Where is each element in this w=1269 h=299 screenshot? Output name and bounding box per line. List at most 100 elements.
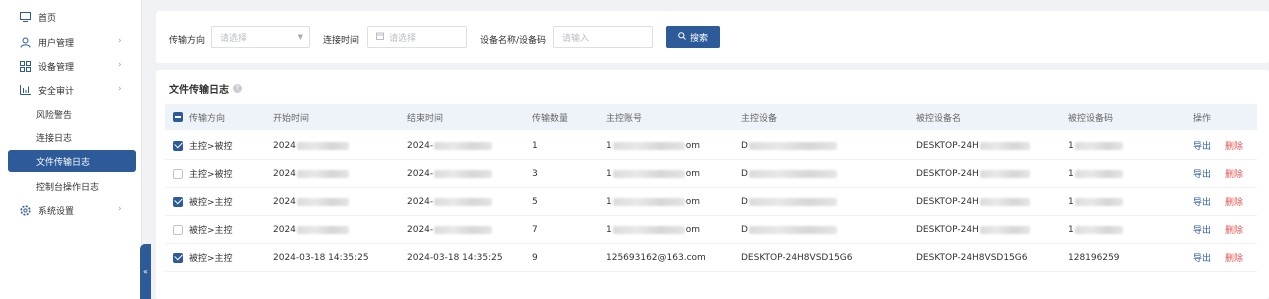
- table-row: 被控>主控 2024 2024- 5 1 om D DESKTOP-24H 1 导出 删除: [165, 188, 1257, 216]
- caret-down-icon: ▼: [297, 33, 303, 41]
- page-title: 文件传输日志 ?: [169, 81, 242, 96]
- delete-link[interactable]: 删除: [1225, 167, 1243, 180]
- cell-count: 1: [532, 140, 538, 151]
- sidebar-subitem-console-log[interactable]: 控制台操作日志: [8, 175, 136, 197]
- cell-target-name: DESKTOP-24H: [916, 196, 979, 207]
- cell-target-code: 1: [1068, 168, 1074, 179]
- redacted-block: [296, 141, 349, 150]
- sidebar-item-label: 设备管理: [38, 62, 75, 73]
- cell-end: 2024-: [407, 196, 434, 207]
- cell-count: 7: [532, 224, 538, 235]
- table-header: 传输方向 开始时间 结束时间 传输数量 主控账号 主控设备 被控设备名 被控设备…: [165, 104, 1257, 130]
- cell-account: 1: [606, 168, 612, 179]
- search-button[interactable]: 搜索: [666, 26, 720, 48]
- sidebar-item-settings[interactable]: 系统设置 ›: [8, 199, 136, 221]
- sidebar-item-security-audit[interactable]: 安全审计 ›: [8, 79, 136, 101]
- cell-account-suffix: om: [685, 140, 701, 151]
- export-link[interactable]: 导出: [1193, 139, 1211, 152]
- user-icon: [18, 35, 32, 49]
- cell-target-name: DESKTOP-24H8VSD15G6: [916, 252, 1028, 263]
- cell-account-suffix: om: [685, 224, 701, 235]
- redacted-block: [612, 225, 685, 234]
- header-end: 结束时间: [407, 113, 444, 124]
- cell-end: 2024-: [407, 168, 434, 179]
- bar-chart-icon: [18, 83, 32, 97]
- row-checkbox[interactable]: [173, 140, 183, 151]
- header-target-name: 被控设备名: [916, 113, 962, 124]
- cell-end: 2024-03-18 14:35:25: [407, 252, 503, 263]
- select-all-checkbox[interactable]: [173, 112, 183, 122]
- cell-target-code: 1: [1068, 224, 1074, 235]
- redacted-block: [296, 169, 349, 178]
- cell-device: D: [741, 224, 748, 235]
- header-start: 开始时间: [273, 113, 310, 124]
- main-panel: 文件传输日志 ? 传输方向 开始时间 结束时间 传输数量 主控账号 主控设备 被…: [156, 70, 1269, 299]
- help-icon[interactable]: ?: [233, 84, 242, 93]
- sidebar-item-devices[interactable]: 设备管理 ›: [8, 55, 136, 77]
- row-checkbox[interactable]: [173, 224, 183, 235]
- chevron-down-icon: ›: [118, 84, 122, 94]
- redacted-block: [979, 197, 1030, 206]
- cell-account: 1: [606, 140, 612, 151]
- time-label: 连接时间: [323, 36, 360, 46]
- sidebar-subitem-label: 风险警告: [36, 110, 73, 121]
- grid-icon: [18, 59, 32, 73]
- redacted-block: [979, 141, 1030, 150]
- cell-account: 1: [606, 196, 612, 207]
- cell-direction: 主控>被控: [189, 170, 233, 180]
- cell-direction: 主控>被控: [189, 142, 233, 152]
- redacted-block: [1074, 169, 1123, 178]
- row-checkbox[interactable]: [173, 196, 183, 207]
- sidebar-subitem-label: 控制台操作日志: [36, 182, 100, 193]
- redacted-block: [748, 169, 837, 178]
- sidebar-item-label: 安全审计: [38, 86, 75, 97]
- search-button-label: 搜索: [689, 33, 708, 44]
- time-picker[interactable]: 请选择: [367, 26, 467, 48]
- delete-link[interactable]: 删除: [1225, 223, 1243, 236]
- sidebar-subitem-connection-log[interactable]: 连接日志: [8, 126, 136, 148]
- redacted-block: [1074, 141, 1123, 150]
- redacted-block: [979, 169, 1030, 178]
- delete-link[interactable]: 删除: [1225, 251, 1243, 264]
- chevron-right-icon: ›: [118, 36, 122, 46]
- delete-link[interactable]: 删除: [1225, 195, 1243, 208]
- sidebar-collapse-button[interactable]: «: [140, 244, 151, 299]
- direction-label: 传输方向: [169, 36, 206, 46]
- export-link[interactable]: 导出: [1193, 223, 1211, 236]
- redacted-block: [612, 169, 685, 178]
- delete-link[interactable]: 删除: [1225, 139, 1243, 152]
- row-checkbox[interactable]: [173, 252, 183, 263]
- redacted-block: [612, 141, 685, 150]
- redacted-block: [748, 197, 837, 206]
- sidebar-subitem-label: 文件传输日志: [36, 157, 91, 168]
- export-link[interactable]: 导出: [1193, 167, 1211, 180]
- sidebar-item-users[interactable]: 用户管理 ›: [8, 31, 136, 53]
- search-panel: 传输方向 请选择 ▼ 连接时间 请选择 设备名称/设备码 请输入 搜索: [156, 11, 1269, 63]
- cell-start: 2024: [273, 140, 296, 151]
- redacted-block: [296, 197, 349, 206]
- cell-device: DESKTOP-24H8VSD15G6: [741, 252, 853, 263]
- sidebar-subitem-risk-warning[interactable]: 风险警告: [8, 103, 136, 125]
- cell-start: 2024: [273, 224, 296, 235]
- table-row: 主控>被控 2024 2024- 3 1 om D DESKTOP-24H 1 导出 删除: [165, 160, 1257, 188]
- cell-count: 3: [532, 168, 538, 179]
- sidebar-item-home[interactable]: 首页: [8, 6, 136, 28]
- time-placeholder: 请选择: [389, 33, 417, 44]
- sidebar-subitem-file-transfer-log[interactable]: 文件传输日志: [8, 150, 136, 172]
- cell-start: 2024: [273, 196, 296, 207]
- sidebar-subitem-label: 连接日志: [36, 133, 73, 144]
- search-icon: [678, 31, 686, 43]
- table-row: 主控>被控 2024 2024- 1 1 om D DESKTOP-24H 1 导出 删除: [165, 132, 1257, 160]
- row-checkbox[interactable]: [173, 168, 183, 179]
- export-link[interactable]: 导出: [1193, 195, 1211, 208]
- device-label: 设备名称/设备码: [480, 36, 547, 46]
- redacted-block: [1074, 225, 1123, 234]
- device-search-input[interactable]: 请输入: [553, 26, 653, 48]
- direction-select[interactable]: 请选择 ▼: [211, 26, 310, 48]
- export-link[interactable]: 导出: [1193, 251, 1211, 264]
- cell-target-name: DESKTOP-24H: [916, 168, 979, 179]
- cell-target-code: 1: [1068, 140, 1074, 151]
- chevron-right-icon: ›: [118, 60, 122, 70]
- cell-device: D: [741, 196, 748, 207]
- cell-start: 2024: [273, 168, 296, 179]
